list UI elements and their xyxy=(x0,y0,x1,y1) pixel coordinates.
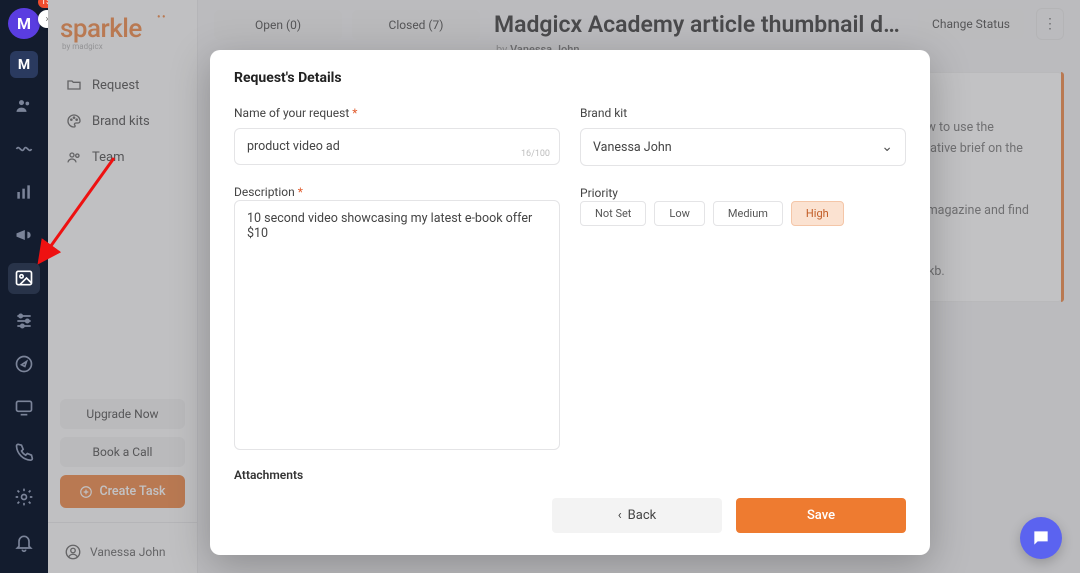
sliders-icon xyxy=(14,311,34,331)
megaphone-icon xyxy=(14,225,34,245)
rail-bell-icon[interactable] xyxy=(8,527,40,559)
left-rail: M M › 15 xyxy=(0,0,48,573)
gear-icon xyxy=(14,487,34,507)
save-button[interactable]: Save xyxy=(736,498,906,533)
priority-high[interactable]: High xyxy=(791,201,844,226)
rail-chart-icon[interactable] xyxy=(8,176,40,207)
rail-people-icon[interactable]: 15 xyxy=(8,90,40,121)
modal-title: Request's Details xyxy=(234,70,906,86)
rail-megaphone-icon[interactable] xyxy=(8,220,40,251)
compass-icon xyxy=(14,354,34,374)
workspace-switcher[interactable]: M xyxy=(10,51,38,78)
rail-compass-icon[interactable] xyxy=(8,349,40,380)
rail-image-icon[interactable] xyxy=(8,263,40,294)
phone-icon xyxy=(14,441,34,461)
back-button[interactable]: ‹ Back xyxy=(552,498,722,533)
wave-icon xyxy=(14,139,34,159)
name-label: Name of your request * xyxy=(234,106,560,120)
rail-lower xyxy=(8,435,40,573)
rail-filters-icon[interactable] xyxy=(8,306,40,337)
priority-label: Priority xyxy=(580,186,618,200)
people-icon xyxy=(14,96,34,116)
name-char-counter: 16/100 xyxy=(521,149,550,159)
rail-settings-icon[interactable] xyxy=(8,481,40,513)
chevron-down-icon: ⌄ xyxy=(881,139,893,155)
request-name-input[interactable] xyxy=(234,128,560,165)
request-details-modal: Request's Details Name of your request *… xyxy=(210,50,930,555)
chevron-left-icon: ‹ xyxy=(618,508,622,523)
chat-launcher[interactable] xyxy=(1020,517,1062,559)
chat-icon xyxy=(1031,528,1051,548)
bar-chart-icon xyxy=(14,182,34,202)
description-input[interactable] xyxy=(234,200,560,450)
priority-group: Not Set Low Medium High xyxy=(580,201,906,226)
attachments-heading: Attachments xyxy=(234,468,906,482)
description-label: Description * xyxy=(234,185,303,199)
rail-wave-icon[interactable] xyxy=(8,133,40,164)
workspace-logo[interactable]: M xyxy=(8,8,40,39)
brandkit-select[interactable]: Vanessa John ⌄ xyxy=(580,128,906,166)
monitor-icon xyxy=(14,398,34,418)
rail-screen-icon[interactable] xyxy=(8,392,40,423)
rail-phone-icon[interactable] xyxy=(8,435,40,467)
priority-notset[interactable]: Not Set xyxy=(580,201,646,226)
priority-low[interactable]: Low xyxy=(654,201,704,226)
image-icon xyxy=(14,268,34,288)
brandkit-label: Brand kit xyxy=(580,106,906,120)
bell-icon xyxy=(14,533,34,553)
priority-medium[interactable]: Medium xyxy=(713,201,783,226)
brandkit-value: Vanessa John xyxy=(593,140,672,155)
